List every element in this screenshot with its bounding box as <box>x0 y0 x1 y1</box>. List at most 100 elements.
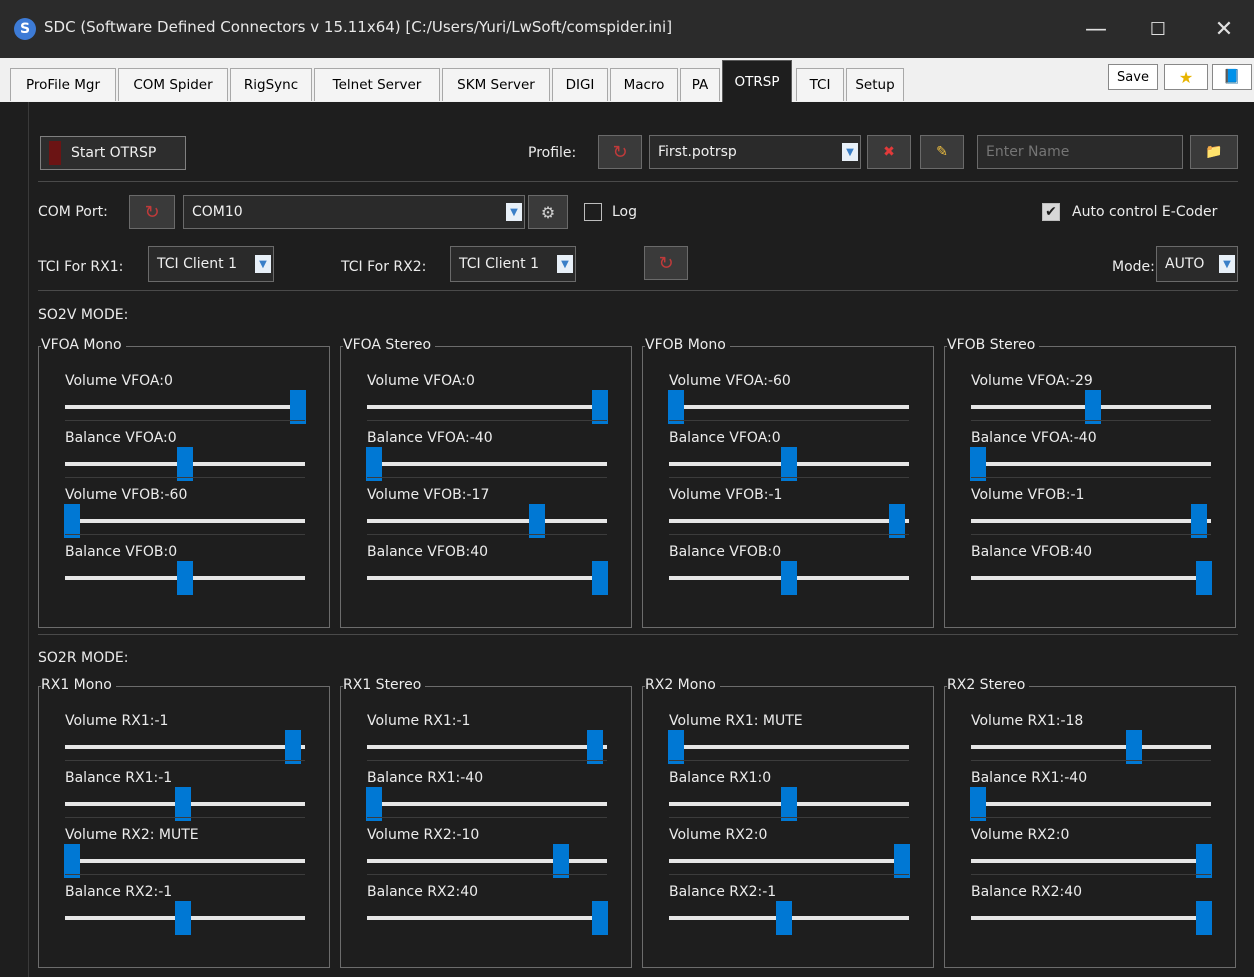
slider-thumb[interactable] <box>781 561 797 595</box>
minimize-button[interactable]: — <box>1066 0 1126 58</box>
slider-track[interactable] <box>970 787 1211 821</box>
slider-track[interactable] <box>367 390 608 424</box>
slider-thumb[interactable] <box>1191 504 1207 538</box>
tab-profile-mgr[interactable]: ProFile Mgr <box>10 68 116 101</box>
slider-thumb[interactable] <box>1195 844 1212 878</box>
slider-thumb[interactable] <box>970 787 987 821</box>
slider-thumb[interactable] <box>177 561 193 595</box>
main-content: Start OTRSP Profile: ↻ First.potrsp ▼ ✖ … <box>0 102 1254 977</box>
slider-thumb[interactable] <box>1126 730 1143 764</box>
tci-rx1-select[interactable]: TCI Client 1 ▼ <box>148 246 274 282</box>
slider-track[interactable] <box>669 901 909 935</box>
com-port-select[interactable]: COM10 ▼ <box>183 195 525 229</box>
slider-track[interactable] <box>971 504 1211 538</box>
slider-thumb[interactable] <box>591 390 608 424</box>
slider-thumb[interactable] <box>776 901 793 935</box>
profile-refresh-button[interactable]: ↻ <box>598 135 642 169</box>
slider-track[interactable] <box>668 390 909 424</box>
slider-track[interactable] <box>65 901 305 935</box>
slider-separator <box>669 534 909 535</box>
slider-track[interactable] <box>367 561 608 595</box>
slider-thumb[interactable] <box>174 901 191 935</box>
star-icon[interactable]: ★ <box>1164 64 1208 90</box>
tab-com-spider[interactable]: COM Spider <box>118 68 228 101</box>
slider-track[interactable] <box>669 787 909 821</box>
slider-track[interactable] <box>669 844 910 878</box>
com-port-refresh-button[interactable]: ↻ <box>129 195 175 229</box>
slider-thumb[interactable] <box>177 447 193 481</box>
log-checkbox[interactable] <box>584 203 602 221</box>
save-button[interactable]: Save <box>1108 64 1158 90</box>
slider-track[interactable] <box>65 561 305 595</box>
slider-thumb[interactable] <box>591 901 608 935</box>
profile-name-input[interactable] <box>977 135 1183 169</box>
tab-macro[interactable]: Macro <box>610 68 678 101</box>
slider-thumb[interactable] <box>587 730 603 764</box>
slider-track[interactable] <box>367 504 607 538</box>
slider-track[interactable] <box>64 504 305 538</box>
mode-select[interactable]: AUTO ▼ <box>1156 246 1238 282</box>
slider-track[interactable] <box>971 561 1212 595</box>
profile-select[interactable]: First.potrsp ▼ <box>649 135 861 169</box>
slider-track[interactable] <box>367 901 608 935</box>
tab-digi[interactable]: DIGI <box>552 68 608 101</box>
slider-track[interactable] <box>971 901 1212 935</box>
slider-track[interactable] <box>65 787 305 821</box>
slider-thumb[interactable] <box>889 504 905 538</box>
slider-track[interactable] <box>367 844 607 878</box>
slider-track[interactable] <box>971 730 1211 764</box>
tab-rigsync[interactable]: RigSync <box>230 68 312 101</box>
slider-thumb[interactable] <box>1195 561 1212 595</box>
slider-thumb[interactable] <box>1085 390 1102 424</box>
slider-thumb[interactable] <box>970 447 987 481</box>
slider-track[interactable] <box>970 447 1211 481</box>
slider-track[interactable] <box>65 390 306 424</box>
auto-control-checkbox[interactable]: ✔ <box>1042 203 1060 221</box>
slider-thumb[interactable] <box>174 787 191 821</box>
book-icon[interactable]: 📘 <box>1212 64 1252 90</box>
tab-tci[interactable]: TCI <box>796 68 844 101</box>
slider-track[interactable] <box>366 447 607 481</box>
close-button[interactable]: ✕ <box>1194 0 1254 58</box>
slider-track[interactable] <box>971 844 1212 878</box>
slider-thumb[interactable] <box>366 447 383 481</box>
slider-thumb[interactable] <box>529 504 546 538</box>
slider-thumb[interactable] <box>64 844 81 878</box>
save-profile-button[interactable]: 📁 <box>1190 135 1238 169</box>
slider-track[interactable] <box>366 787 607 821</box>
slider-thumb[interactable] <box>285 730 301 764</box>
slider-thumb[interactable] <box>1195 901 1212 935</box>
tab-pa[interactable]: PA <box>680 68 720 101</box>
slider-thumb[interactable] <box>591 561 608 595</box>
slider-thumb[interactable] <box>668 730 685 764</box>
slider-track[interactable] <box>669 447 909 481</box>
slider-thumb[interactable] <box>366 787 383 821</box>
slider-track[interactable] <box>971 390 1211 424</box>
slider-track[interactable] <box>65 730 305 764</box>
tab-otrsp[interactable]: OTRSP <box>722 60 792 102</box>
edit-profile-button[interactable]: ✎ <box>920 135 964 169</box>
delete-profile-button[interactable]: ✖ <box>867 135 911 169</box>
slider-thumb[interactable] <box>64 504 81 538</box>
slider-track[interactable] <box>669 504 909 538</box>
slider-thumb[interactable] <box>289 390 306 424</box>
slider-track[interactable] <box>64 844 305 878</box>
slider-thumb[interactable] <box>893 844 910 878</box>
slider-track[interactable] <box>65 447 305 481</box>
tab-skm-server[interactable]: SKM Server <box>442 68 550 101</box>
tci-rx2-select[interactable]: TCI Client 1 ▼ <box>450 246 576 282</box>
slider-thumb[interactable] <box>553 844 570 878</box>
tci-refresh-button[interactable]: ↻ <box>644 246 688 280</box>
tab-telnet-server[interactable]: Telnet Server <box>314 68 440 101</box>
com-port-settings-button[interactable]: ⚙ <box>528 195 568 229</box>
slider-thumb[interactable] <box>668 390 685 424</box>
maximize-button[interactable]: ☐ <box>1128 0 1188 58</box>
slider-track[interactable] <box>668 730 909 764</box>
start-otrsp-button[interactable]: Start OTRSP <box>40 136 186 170</box>
slider-track[interactable] <box>367 730 607 764</box>
slider-track[interactable] <box>669 561 909 595</box>
slider-separator <box>367 874 607 875</box>
slider-thumb[interactable] <box>781 787 797 821</box>
tab-setup[interactable]: Setup <box>846 68 904 101</box>
slider-thumb[interactable] <box>781 447 797 481</box>
